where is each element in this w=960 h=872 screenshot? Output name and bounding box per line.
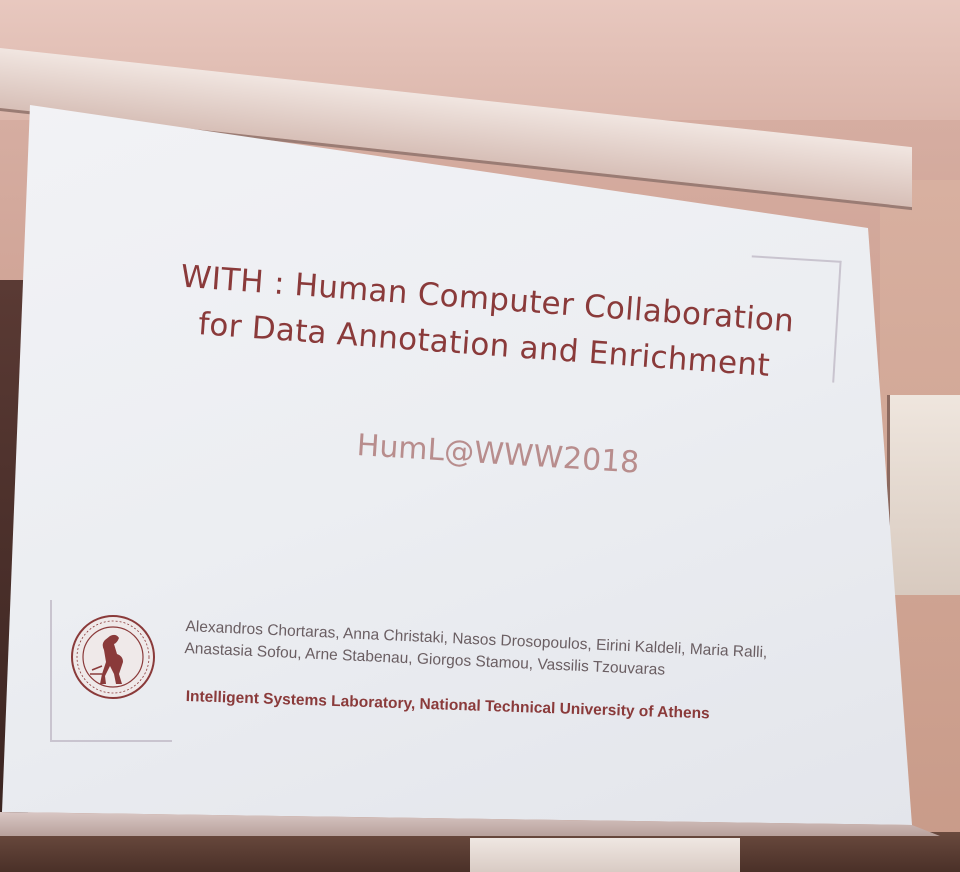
slide-title: WITH : Human Computer Collaboration for …	[179, 258, 796, 384]
slide-subtitle: HumL@WWW2018	[355, 428, 641, 481]
lectern	[470, 838, 740, 872]
slide-affiliation: Intelligent Systems Laboratory, National…	[185, 688, 710, 723]
window	[887, 395, 960, 595]
slide-authors: Alexandros Chortaras, Anna Christaki, Na…	[184, 617, 768, 679]
ntua-seal-icon	[71, 615, 155, 699]
